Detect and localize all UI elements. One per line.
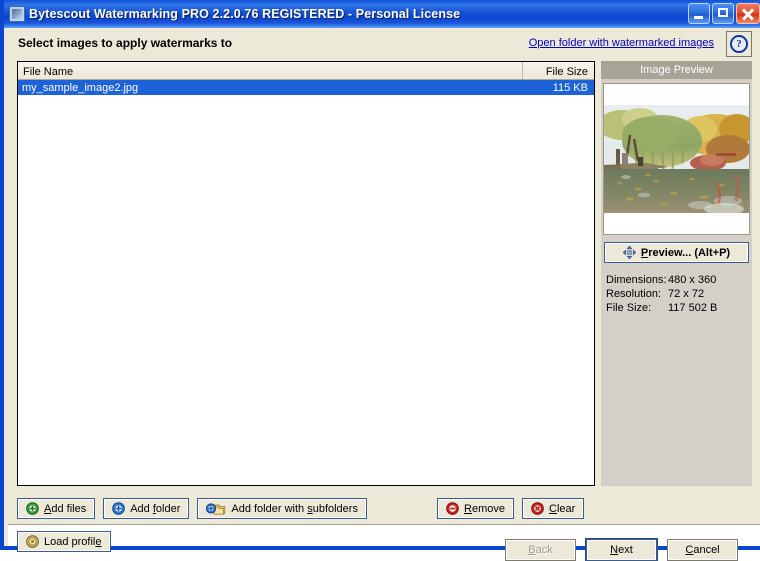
add-green-icon	[26, 502, 39, 515]
help-icon: ?	[730, 35, 748, 53]
add-blue-icon	[112, 502, 126, 515]
maximize-button[interactable]	[712, 3, 734, 24]
preview-button-label: Preview... (Alt+P)	[640, 246, 731, 259]
info-row-file-size: File Size: 117 502 B	[606, 302, 750, 316]
remove-button[interactable]: Remove	[437, 498, 514, 519]
add-files-label: Add files	[44, 502, 87, 515]
remove-label: Remove	[464, 502, 505, 515]
back-label: Back	[528, 544, 553, 556]
table-row[interactable]: my_sample_image2.jpg 115 KB	[18, 80, 594, 95]
info-value-file-size: 117 502 B	[668, 302, 718, 314]
preview-button[interactable]: Preview... (Alt+P)	[604, 242, 749, 263]
add-folder-with-subfolders-button[interactable]: Add folder with subfolders	[197, 498, 367, 519]
info-value-resolution: 72 x 72	[668, 288, 705, 300]
image-info-table: Dimensions: 480 x 360 Resolution: 72 x 7…	[606, 274, 750, 316]
thumbnail-frame	[603, 83, 750, 235]
header-row: Select images to apply watermarks to Ope…	[8, 28, 760, 60]
cancel-label: Cancel	[685, 544, 720, 556]
add-folder-subfolders-icon	[206, 502, 226, 515]
image-preview-panel: Image Preview Preview... (Alt+P) Dimensi…	[601, 61, 752, 486]
title-bar: Bytescout Watermarking PRO 2.2.0.76 REGI…	[4, 0, 760, 28]
wizard-nav: Back Next Cancel	[505, 538, 738, 561]
thumbnail-image	[604, 105, 749, 213]
preview-panel-title: Image Preview	[601, 61, 752, 79]
column-header-file-size[interactable]: File Size	[523, 62, 594, 79]
remove-icon	[446, 502, 459, 515]
add-folder-with-subfolders-label: Add folder with subfolders	[231, 502, 358, 515]
column-header-file-name[interactable]: File Name	[18, 62, 523, 79]
cell-file-size: 115 KB	[552, 81, 588, 94]
info-key-resolution: Resolution:	[606, 288, 662, 300]
close-button[interactable]	[736, 3, 760, 24]
file-actions-toolbar: Add files Add folder Add folder with sub…	[17, 498, 367, 519]
back-button[interactable]: Back	[505, 539, 576, 561]
profile-coin-icon	[26, 535, 39, 548]
next-label: Next	[610, 544, 633, 556]
cell-file-name: my_sample_image2.jpg	[22, 81, 139, 94]
clear-button[interactable]: Clear	[521, 498, 585, 519]
info-row-resolution: Resolution: 72 x 72	[606, 288, 750, 302]
cancel-button[interactable]: Cancel	[667, 539, 738, 561]
add-files-button[interactable]: Add files	[17, 498, 96, 519]
window-title: Bytescout Watermarking PRO 2.2.0.76 REGI…	[29, 7, 461, 21]
open-folder-link[interactable]: Open folder with watermarked images	[529, 37, 714, 49]
next-button[interactable]: Next	[585, 538, 658, 561]
add-folder-button[interactable]: Add folder	[103, 498, 190, 519]
clear-icon	[531, 502, 544, 515]
add-folder-label: Add folder	[130, 502, 181, 515]
file-list-header: File Name File Size	[18, 62, 594, 80]
clear-label: Clear	[548, 502, 576, 515]
move-icon	[622, 246, 636, 259]
list-edit-toolbar: Remove Clear	[437, 498, 585, 519]
caption-buttons	[688, 3, 760, 24]
help-button[interactable]: ?	[726, 31, 752, 57]
load-profile-button[interactable]: Load profile	[17, 531, 111, 552]
file-list[interactable]: File Name File Size my_sample_image2.jpg…	[17, 61, 595, 486]
app-image-icon	[9, 6, 25, 22]
application-window: Bytescout Watermarking PRO 2.2.0.76 REGI…	[0, 0, 760, 561]
minimize-button[interactable]	[688, 3, 710, 24]
page-title: Select images to apply watermarks to	[18, 36, 233, 50]
client-area: Select images to apply watermarks to Ope…	[8, 28, 760, 561]
info-value-dimensions: 480 x 360	[668, 274, 717, 286]
info-row-dimensions: Dimensions: 480 x 360	[606, 274, 750, 288]
info-key-dimensions: Dimensions:	[606, 274, 667, 286]
info-key-file-size: File Size:	[606, 302, 652, 314]
load-profile-label: Load profile	[44, 535, 102, 548]
